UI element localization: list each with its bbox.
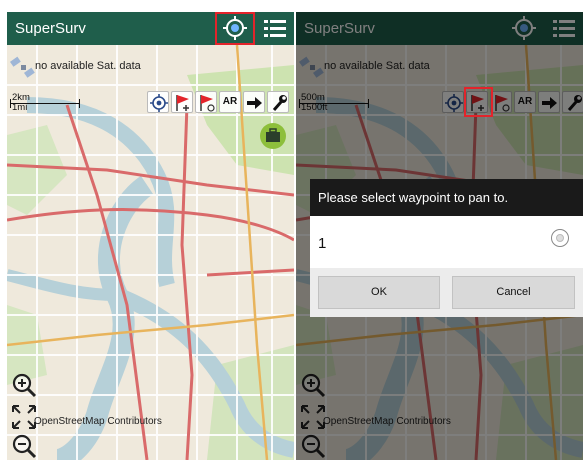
dialog-footer: OK Cancel — [310, 268, 583, 317]
cancel-button[interactable]: Cancel — [452, 276, 575, 309]
menu-button[interactable] — [262, 15, 288, 41]
add-waypoint-button[interactable] — [171, 91, 193, 113]
locate-icon — [150, 94, 168, 112]
briefcase-icon — [266, 128, 280, 142]
waypoint-target-button[interactable] — [195, 91, 217, 113]
highlight-frame — [464, 87, 493, 117]
dialog-header: Please select waypoint to pan to. — [310, 179, 583, 216]
zoom-in-button[interactable] — [11, 372, 37, 398]
ar-button[interactable]: AR — [219, 91, 241, 113]
ok-button[interactable]: OK — [318, 276, 440, 309]
list-menu-icon — [264, 20, 286, 37]
select-waypoint-dialog: Please select waypoint to pan to. 1 OK C… — [310, 179, 583, 317]
dialog-title: Please select waypoint to pan to. — [318, 190, 509, 205]
zoom-out-button[interactable] — [11, 433, 37, 459]
settings-tool-button[interactable] — [267, 91, 289, 113]
satellite-icon — [10, 56, 35, 78]
waypoint-option[interactable]: 1 — [310, 216, 583, 268]
app-title: SuperSurv — [15, 20, 86, 37]
sat-status-text: no available Sat. data — [35, 60, 141, 72]
waypoint-radio[interactable] — [551, 229, 569, 247]
waypoint-target-icon — [200, 95, 215, 112]
map-attribution: OpenStreetMap Contributors — [34, 416, 162, 427]
wrench-icon — [272, 95, 287, 111]
navigate-icon — [247, 97, 262, 109]
screen-right: SuperSurv no available Sat. data 500m 15… — [296, 12, 583, 460]
scale-bar: 2km 1mi — [10, 92, 85, 114]
add-waypoint-icon — [176, 95, 189, 111]
waypoint-option-label: 1 — [318, 235, 327, 252]
toolbox-button[interactable] — [260, 123, 286, 149]
zoom-in-icon — [12, 373, 37, 398]
highlight-frame — [215, 12, 255, 45]
navigate-button[interactable] — [243, 91, 265, 113]
locate-tool-button[interactable] — [147, 91, 169, 113]
zoom-out-icon — [12, 434, 37, 459]
sat-status-bar: no available Sat. data — [7, 53, 294, 81]
screen-left: SuperSurv no available Sat. data 2km 1mi… — [7, 12, 294, 460]
